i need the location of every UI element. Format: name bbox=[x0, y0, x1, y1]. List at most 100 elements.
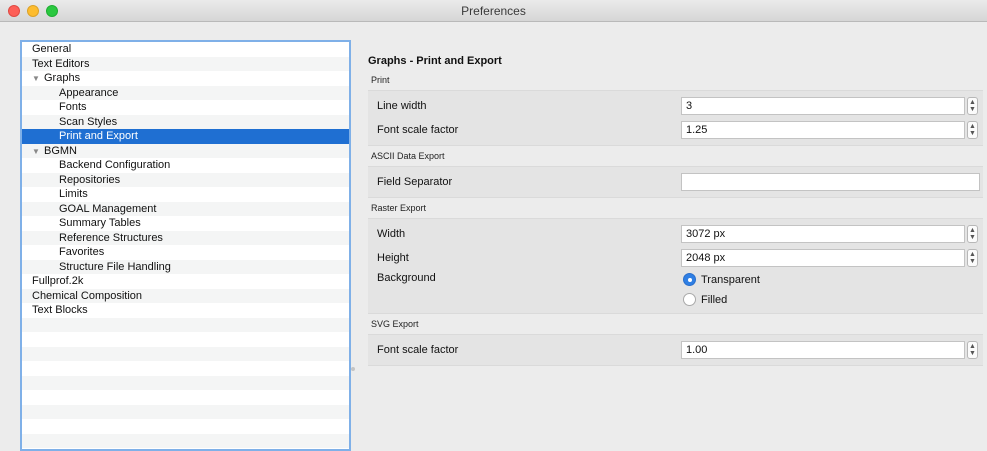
disclosure-triangle-icon[interactable]: ▼ bbox=[32, 72, 44, 87]
tree-item-label: Text Blocks bbox=[32, 304, 88, 316]
chevron-down-icon: ▼ bbox=[969, 106, 976, 113]
tree-item-label: Reference Structures bbox=[59, 231, 163, 244]
tree-item[interactable]: ▼ Graphs bbox=[22, 71, 349, 86]
svg-font-scale-input[interactable]: 1.00 bbox=[681, 341, 965, 359]
tree-item[interactable]: Backend Configuration bbox=[22, 158, 349, 173]
tree-item-label: GOAL Management bbox=[59, 202, 157, 215]
svg-section: Font scale factor 1.00 ▲ ▼ bbox=[368, 334, 983, 366]
tree-item-label: Limits bbox=[59, 188, 88, 200]
radio-transparent[interactable] bbox=[683, 273, 696, 286]
print-font-scale-label: Font scale factor bbox=[377, 124, 459, 136]
radio-filled[interactable] bbox=[683, 293, 696, 306]
tree-empty-row bbox=[22, 317, 349, 332]
chevron-down-icon: ▼ bbox=[969, 130, 976, 137]
tree-item-label: General bbox=[32, 43, 72, 55]
chevron-up-icon: ▲ bbox=[969, 343, 976, 350]
tree-item-label: Structure File Handling bbox=[59, 260, 171, 273]
tree-item[interactable]: GOAL Management bbox=[22, 201, 349, 216]
line-width-row: Line width 3 ▲ ▼ bbox=[368, 94, 983, 118]
tree-item-label: Appearance bbox=[59, 86, 119, 99]
tree-item[interactable]: Chemical Composition bbox=[22, 288, 349, 303]
tree-item-label: Scan Styles bbox=[59, 115, 118, 128]
tree-item-label: BGMN bbox=[44, 144, 77, 157]
tree-empty-row bbox=[22, 332, 349, 347]
tree-item[interactable]: Reference Structures bbox=[22, 230, 349, 245]
tree-item-label: Graphs bbox=[44, 72, 81, 84]
field-separator-input[interactable] bbox=[681, 173, 980, 191]
tree-item[interactable]: Fullprof.2k bbox=[22, 274, 349, 289]
line-width-label: Line width bbox=[377, 100, 427, 112]
splitter-handle[interactable] bbox=[351, 367, 355, 371]
chevron-down-icon: ▼ bbox=[969, 258, 976, 265]
background-filled-row: Filled bbox=[368, 290, 983, 310]
preferences-tree[interactable]: General Text Editors ▼ Graphs Appearance Font… bbox=[20, 40, 351, 451]
window-title: Preferences bbox=[461, 4, 526, 18]
tree-item-label: Summary Tables bbox=[59, 217, 141, 229]
chevron-up-icon: ▲ bbox=[969, 99, 976, 106]
chevron-up-icon: ▲ bbox=[969, 227, 976, 234]
svg-font-scale-stepper[interactable]: ▲ ▼ bbox=[967, 341, 978, 359]
print-font-scale-input[interactable]: 1.25 bbox=[681, 121, 965, 139]
tree-item[interactable]: Text Editors bbox=[22, 56, 349, 71]
field-separator-row: Field Separator bbox=[368, 170, 983, 194]
tree-item[interactable]: General bbox=[22, 42, 349, 57]
ascii-section-heading: ASCII Data Export bbox=[368, 146, 983, 166]
print-section: Line width 3 ▲ ▼ Font scale factor 1.25 ▲… bbox=[368, 90, 983, 146]
height-input[interactable]: 2048 px bbox=[681, 249, 965, 267]
tree-item-label: Repositories bbox=[59, 173, 121, 186]
width-input[interactable]: 3072 px bbox=[681, 225, 965, 243]
svg-font-scale-label: Font scale factor bbox=[377, 344, 459, 356]
tree-item[interactable]: ▼ BGMN bbox=[22, 143, 349, 160]
chevron-down-icon: ▼ bbox=[969, 350, 976, 357]
width-label: Width bbox=[377, 228, 406, 240]
tree-item[interactable]: Structure File Handling bbox=[22, 259, 349, 274]
tree-item[interactable]: Summary Tables bbox=[22, 216, 349, 231]
tree-item-label: Backend Configuration bbox=[59, 159, 171, 171]
tree-item-label: Fullprof.2k bbox=[32, 275, 84, 287]
radio-transparent-label[interactable]: Transparent bbox=[701, 274, 760, 286]
tree-empty-row bbox=[22, 404, 349, 419]
chevron-down-icon: ▼ bbox=[969, 234, 976, 241]
print-font-scale-stepper[interactable]: ▲ ▼ bbox=[967, 121, 978, 139]
tree-item[interactable]: Repositories bbox=[22, 172, 349, 187]
page-title: Graphs - Print and Export bbox=[368, 55, 502, 67]
background-row: Background Transparent bbox=[368, 270, 983, 290]
chevron-up-icon: ▲ bbox=[969, 251, 976, 258]
disclosure-triangle-icon[interactable]: ▼ bbox=[32, 145, 44, 160]
height-row: Height 2048 px ▲ ▼ bbox=[368, 246, 983, 270]
tree-empty-row bbox=[22, 419, 349, 434]
tree-item-label: Chemical Composition bbox=[32, 289, 143, 302]
line-width-input[interactable]: 3 bbox=[681, 97, 965, 115]
background-label: Background bbox=[377, 272, 436, 284]
ascii-section: Field Separator bbox=[368, 166, 983, 198]
chevron-up-icon: ▲ bbox=[969, 123, 976, 130]
tree-empty-row bbox=[22, 433, 349, 448]
tree-item-label: Favorites bbox=[59, 246, 105, 258]
line-width-stepper[interactable]: ▲ ▼ bbox=[967, 97, 978, 115]
svg-font-scale-row: Font scale factor 1.00 ▲ ▼ bbox=[368, 338, 983, 362]
tree-item[interactable]: Print and Export bbox=[22, 129, 349, 144]
field-separator-label: Field Separator bbox=[377, 176, 453, 188]
title-bar: Preferences bbox=[0, 0, 987, 22]
tree-item-label: Fonts bbox=[59, 101, 87, 113]
tree-item[interactable]: Favorites bbox=[22, 245, 349, 260]
tree-item-label: Text Editors bbox=[32, 57, 90, 70]
tree-item[interactable]: Scan Styles bbox=[22, 114, 349, 129]
tree-item[interactable]: Limits bbox=[22, 187, 349, 202]
height-stepper[interactable]: ▲ ▼ bbox=[967, 249, 978, 267]
tree-item[interactable]: Fonts bbox=[22, 100, 349, 115]
tree-item-label: Print and Export bbox=[59, 130, 138, 142]
height-label: Height bbox=[377, 252, 409, 264]
width-stepper[interactable]: ▲ ▼ bbox=[967, 225, 978, 243]
raster-section-heading: Raster Export bbox=[368, 198, 983, 218]
svg-section-heading: SVG Export bbox=[368, 314, 983, 334]
tree-empty-row bbox=[22, 375, 349, 390]
print-font-scale-row: Font scale factor 1.25 ▲ ▼ bbox=[368, 118, 983, 142]
tree-empty-row bbox=[22, 346, 349, 361]
radio-filled-label[interactable]: Filled bbox=[701, 294, 727, 306]
tree-item[interactable]: Text Blocks bbox=[22, 303, 349, 318]
tree-item[interactable]: Appearance bbox=[22, 85, 349, 100]
print-section-heading: Print bbox=[368, 70, 983, 90]
tree-empty-row bbox=[22, 390, 349, 405]
settings-panel: Graphs - Print and Export Print Line wid… bbox=[368, 52, 983, 366]
